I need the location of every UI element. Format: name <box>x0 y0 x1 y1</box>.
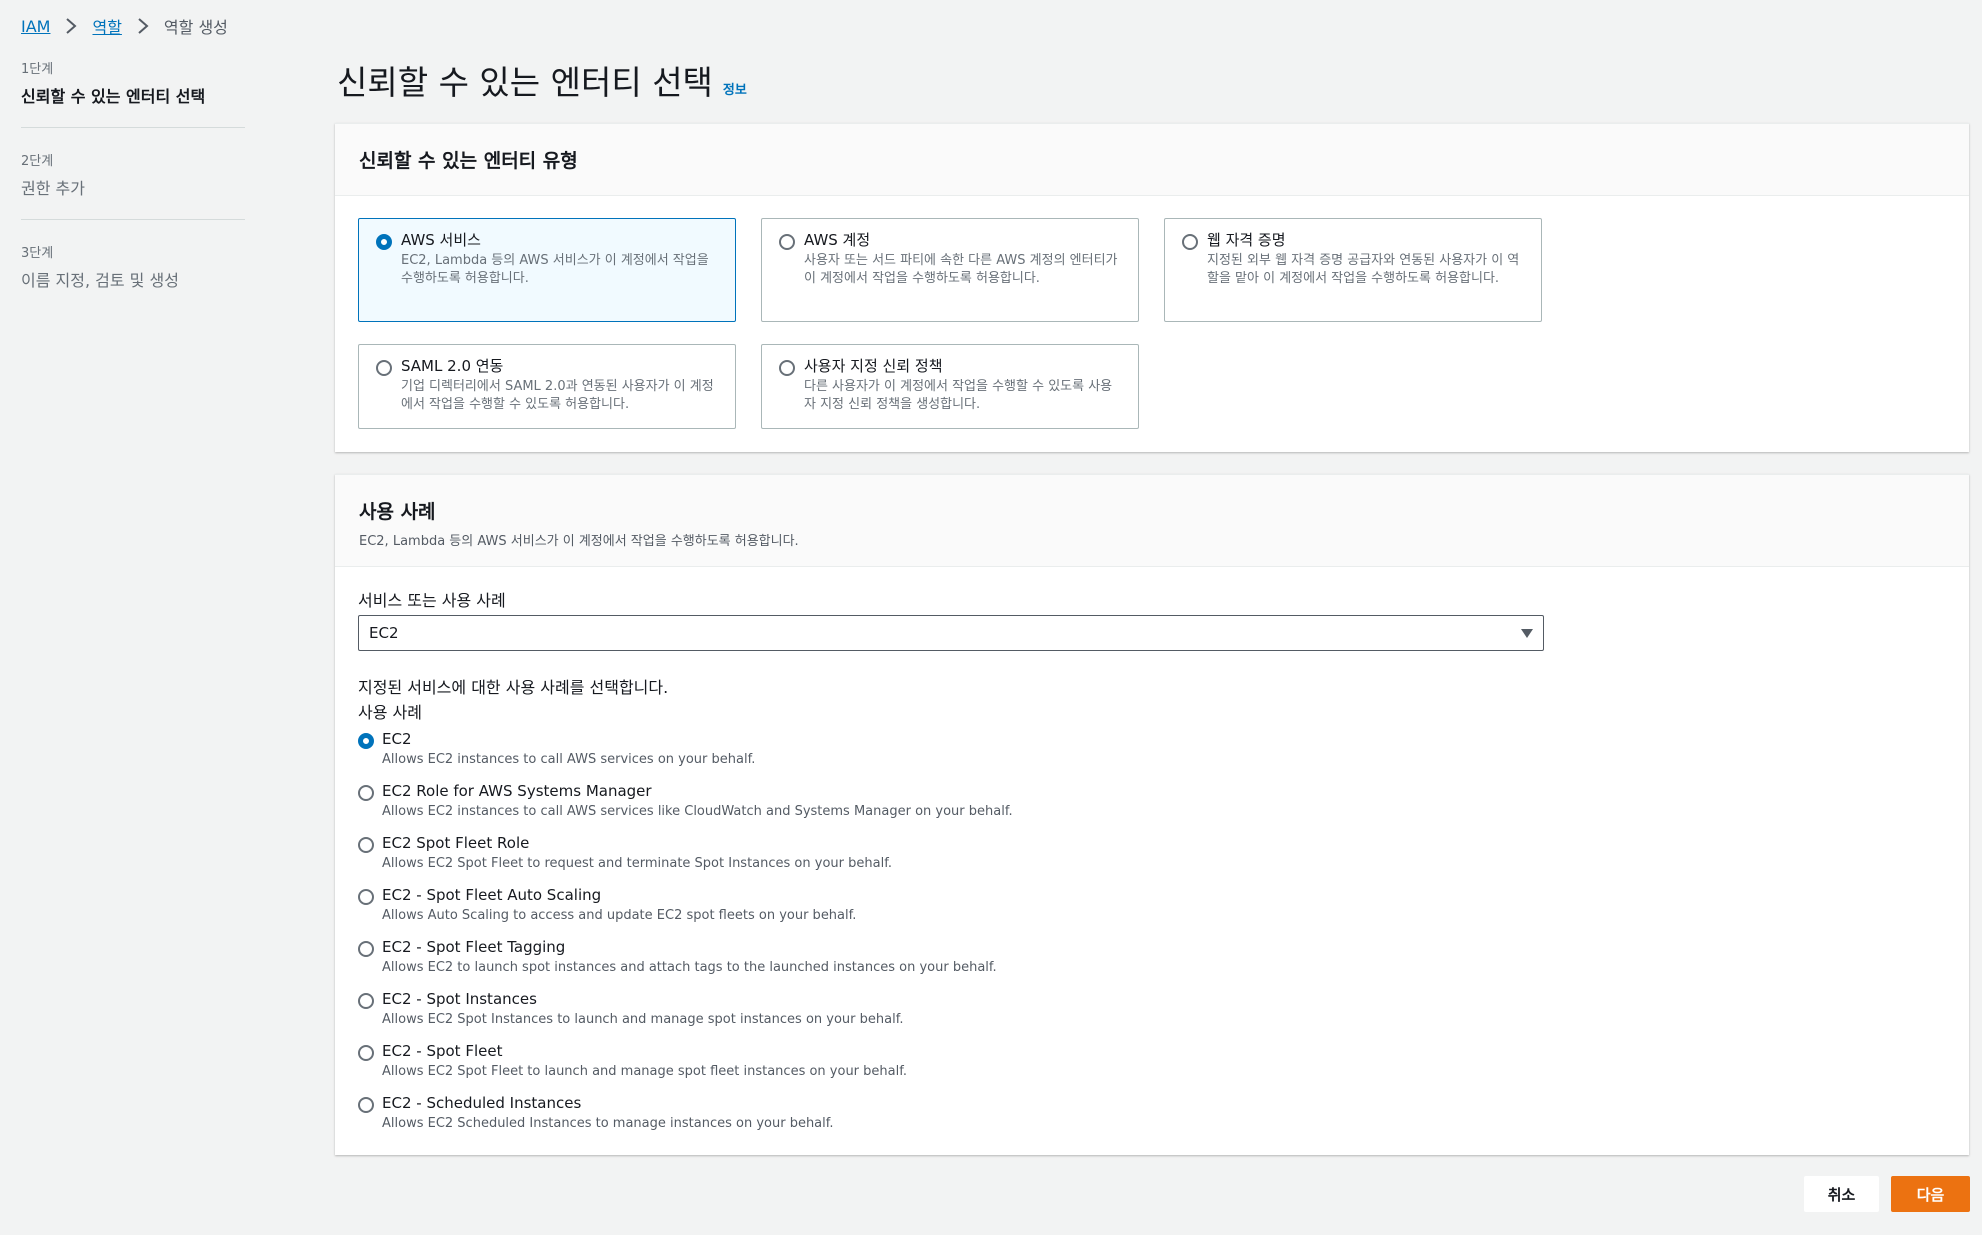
select-value: EC2 <box>369 624 399 642</box>
option-title: EC2 - Scheduled Instances <box>382 1094 582 1112</box>
panel-header: 신뢰할 수 있는 엔터티 유형 <box>335 124 1969 196</box>
option-title: EC2 - Spot Instances <box>382 990 537 1008</box>
tile-title: 웹 자격 증명 <box>1207 231 1286 249</box>
info-link[interactable]: 정보 <box>723 79 747 98</box>
radio[interactable] <box>779 234 795 250</box>
option-desc: Allows EC2 instances to call AWS service… <box>382 804 1013 819</box>
page-title: 신뢰할 수 있는 엔터티 선택 <box>337 63 713 102</box>
breadcrumb-current: 역할 생성 <box>163 18 228 37</box>
radio[interactable] <box>358 941 374 957</box>
option-desc: Allows EC2 Scheduled Instances to manage… <box>382 1116 834 1131</box>
step-number: 2단계 <box>21 154 54 169</box>
radio[interactable] <box>779 360 795 376</box>
chevron-right-icon <box>66 18 77 34</box>
panel-title: 사용 사례 <box>359 501 436 523</box>
tile-title: AWS 서비스 <box>401 231 481 249</box>
step-number: 3단계 <box>21 246 54 261</box>
tile-title: 사용자 지정 신뢰 정책 <box>804 357 943 375</box>
option-desc: Allows EC2 Spot Fleet to request and ter… <box>382 856 892 871</box>
cancel-button[interactable]: 취소 <box>1804 1176 1879 1212</box>
radio[interactable] <box>358 1097 374 1113</box>
radio[interactable] <box>358 837 374 853</box>
panel-description: EC2, Lambda 등의 AWS 서비스가 이 계정에서 작업을 수행하도록… <box>359 534 799 549</box>
use-case-instruction: 지정된 서비스에 대한 사용 사례를 선택합니다. <box>358 678 669 697</box>
tile-custom-trust-policy[interactable]: 사용자 지정 신뢰 정책 다른 사용자가 이 계정에서 작업을 수행할 수 있도… <box>761 344 1139 429</box>
option-desc: Allows EC2 to launch spot instances and … <box>382 960 997 975</box>
panel-header: 사용 사례 EC2, Lambda 등의 AWS 서비스가 이 계정에서 작업을… <box>335 475 1969 567</box>
step-3: 3단계 이름 지정, 검토 및 생성 <box>21 242 245 311</box>
option-title: EC2 - Spot Fleet Tagging <box>382 938 566 956</box>
trusted-entity-panel: 신뢰할 수 있는 엔터티 유형 AWS 서비스 EC2, Lambda 등의 A… <box>335 123 1969 452</box>
step-2: 2단계 권한 추가 <box>21 150 245 220</box>
step-number: 1단계 <box>21 62 54 77</box>
wizard-steps: 1단계 신뢰할 수 있는 엔터티 선택 2단계 권한 추가 3단계 이름 지정,… <box>21 58 245 333</box>
radio-selected[interactable] <box>358 733 374 749</box>
radio[interactable] <box>358 1045 374 1061</box>
radio[interactable] <box>358 889 374 905</box>
tile-web-identity[interactable]: 웹 자격 증명 지정된 외부 웹 자격 증명 공급자와 연동된 사용자가 이 역… <box>1164 218 1542 322</box>
radio[interactable] <box>358 993 374 1009</box>
radio[interactable] <box>1182 234 1198 250</box>
tile-desc: 사용자 또는 서드 파티에 속한 다른 AWS 계정의 엔터티가 이 계정에서 … <box>804 253 1118 286</box>
option-desc: Allows EC2 instances to call AWS service… <box>382 752 756 767</box>
radio[interactable] <box>358 785 374 801</box>
option-title: EC2 Role for AWS Systems Manager <box>382 782 652 800</box>
breadcrumb-iam-link[interactable]: IAM <box>21 17 50 36</box>
radio[interactable] <box>376 360 392 376</box>
option-desc: Allows EC2 Spot Fleet to launch and mana… <box>382 1064 907 1079</box>
chevron-right-icon <box>138 18 149 34</box>
tile-aws-service[interactable]: AWS 서비스 EC2, Lambda 등의 AWS 서비스가 이 계정에서 작… <box>358 218 736 322</box>
tile-desc: 지정된 외부 웹 자격 증명 공급자와 연동된 사용자가 이 역할을 맡아 이 … <box>1207 253 1520 286</box>
step-name: 권한 추가 <box>21 179 85 198</box>
panel-title: 신뢰할 수 있는 엔터티 유형 <box>359 150 578 172</box>
breadcrumb: IAM 역할 역할 생성 <box>21 14 228 38</box>
tile-title: AWS 계정 <box>804 231 871 249</box>
step-1: 1단계 신뢰할 수 있는 엔터티 선택 <box>21 58 245 128</box>
tile-title: SAML 2.0 연동 <box>401 357 504 375</box>
option-title: EC2 <box>382 730 412 748</box>
tile-desc: EC2, Lambda 등의 AWS 서비스가 이 계정에서 작업을 수행하도록… <box>401 253 709 286</box>
tile-desc: 기업 디렉터리에서 SAML 2.0과 연동된 사용자가 이 계정에서 작업을 … <box>401 379 714 412</box>
option-title: EC2 Spot Fleet Role <box>382 834 530 852</box>
step-name: 이름 지정, 검토 및 생성 <box>21 271 179 290</box>
next-button[interactable]: 다음 <box>1891 1176 1970 1212</box>
caret-down-icon <box>1521 629 1533 638</box>
option-desc: Allows EC2 Spot Instances to launch and … <box>382 1012 904 1027</box>
breadcrumb-roles-link[interactable]: 역할 <box>92 14 121 38</box>
tile-desc: 다른 사용자가 이 계정에서 작업을 수행할 수 있도록 사용자 지정 신뢰 정… <box>804 379 1113 412</box>
radio-selected[interactable] <box>376 234 392 250</box>
use-case-list-label: 사용 사례 <box>358 703 422 722</box>
option-title: EC2 - Spot Fleet <box>382 1042 503 1060</box>
option-title: EC2 - Spot Fleet Auto Scaling <box>382 886 602 904</box>
tile-saml-federation[interactable]: SAML 2.0 연동 기업 디렉터리에서 SAML 2.0과 연동된 사용자가… <box>358 344 736 429</box>
use-case-panel: 사용 사례 EC2, Lambda 등의 AWS 서비스가 이 계정에서 작업을… <box>335 474 1969 1155</box>
service-select-label: 서비스 또는 사용 사례 <box>358 591 506 610</box>
tile-aws-account[interactable]: AWS 계정 사용자 또는 서드 파티에 속한 다른 AWS 계정의 엔터티가 … <box>761 218 1139 322</box>
option-desc: Allows Auto Scaling to access and update… <box>382 908 857 923</box>
service-select[interactable]: EC2 <box>358 615 1544 651</box>
step-name: 신뢰할 수 있는 엔터티 선택 <box>21 87 206 106</box>
page-header: 신뢰할 수 있는 엔터티 선택 정보 <box>337 56 747 104</box>
